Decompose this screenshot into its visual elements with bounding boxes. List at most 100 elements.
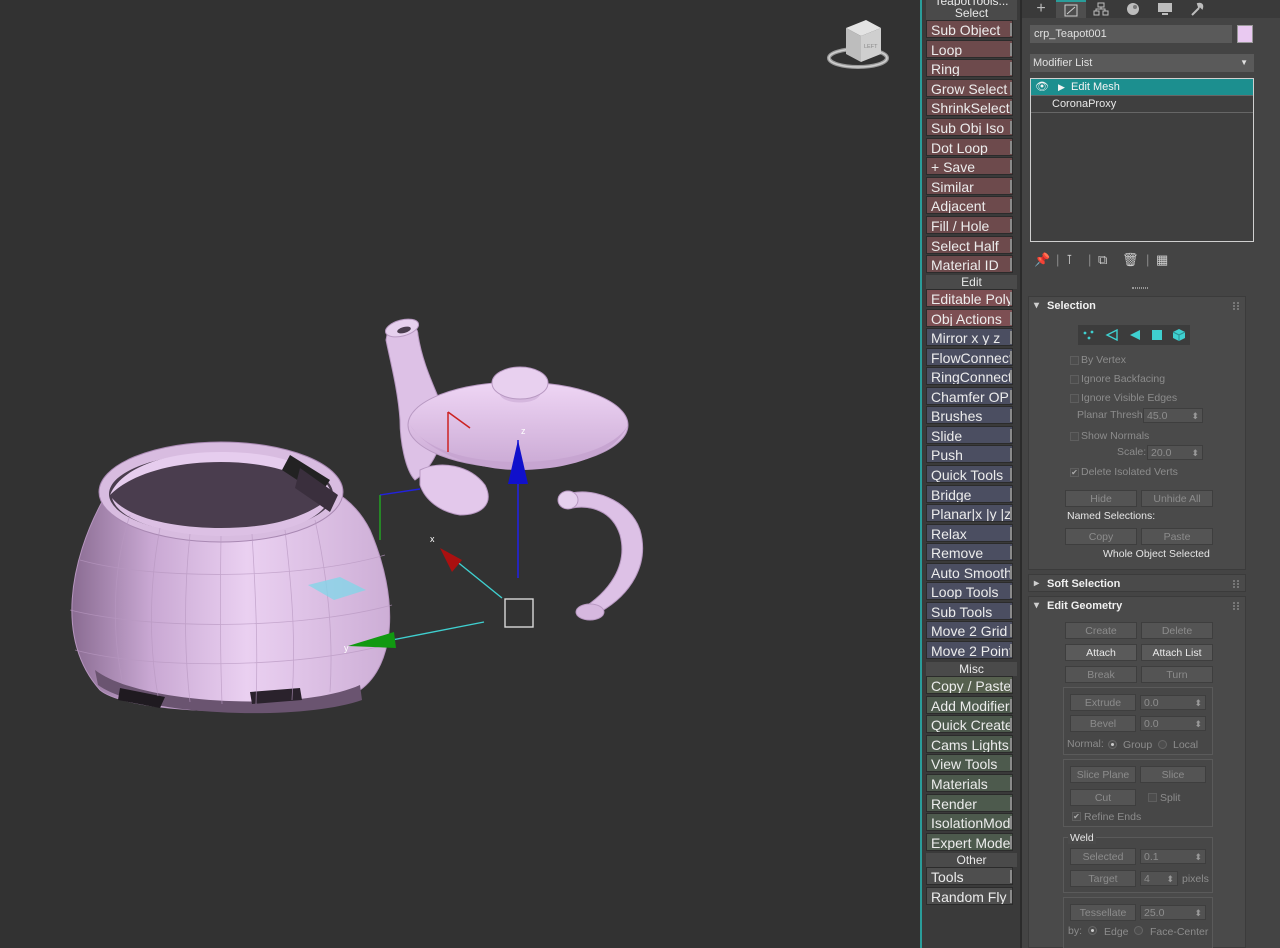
rollout-drag-handle[interactable] [1233,302,1239,310]
toolbar-button-mirror-x-y-z[interactable]: Mirror x y z [926,328,1013,346]
rollout-drag-handle[interactable] [1233,602,1239,610]
split-checkbox[interactable] [1148,793,1157,802]
normal-local-radio[interactable] [1158,740,1167,749]
soft-selection-rollout-title[interactable]: Soft Selection [1029,575,1245,593]
cut-button[interactable]: Cut [1070,789,1136,806]
remove-modifier-icon[interactable]: 🗑 [1122,252,1139,268]
toolbar-button-move-2-grid[interactable]: Move 2 Grid [926,621,1013,639]
weld-target-spinner[interactable]: 4 [1140,871,1178,887]
attach-button[interactable]: Attach [1065,644,1137,661]
toolbar-button-select-half[interactable]: Select Half [926,236,1013,254]
delete-button[interactable]: Delete [1141,622,1213,639]
viewcube[interactable]: LEFT [826,14,890,76]
vertex-icon[interactable] [1078,325,1100,345]
toolbar-button-move-2-point[interactable]: Move 2 Point [926,641,1013,659]
toolbar-button-fill-hole[interactable]: Fill / Hole [926,216,1013,234]
toolbar-button-sub-tools[interactable]: Sub Tools [926,602,1013,620]
stack-item-coronaproxy[interactable]: CoronaProxy [1031,96,1253,113]
toolbar-button-similar[interactable]: Similar [926,177,1013,195]
toolbar-button-bridge[interactable]: Bridge [926,485,1013,503]
copy-button[interactable]: Copy [1065,528,1137,545]
toolbar-button-tools[interactable]: Tools [926,867,1013,885]
bevel-button[interactable]: Bevel [1070,715,1136,732]
planar-thresh-spinner[interactable]: 45.0 [1143,408,1203,424]
toolbar-button-cams-lights[interactable]: Cams Lights [926,735,1013,753]
pin-stack-icon[interactable]: 📌 [1034,252,1050,268]
toolbar-button-expert-mode[interactable]: Expert Mode [926,833,1013,851]
scale-spinner[interactable]: 20.0 [1147,445,1203,461]
teapot-body-mesh[interactable] [69,441,393,714]
turn-button[interactable]: Turn [1141,666,1213,683]
toolbar-button-sub-object[interactable]: Sub Object [926,20,1013,38]
slice-button[interactable]: Slice [1140,766,1206,783]
rollout-drag-handle[interactable] [1233,580,1239,588]
paste-button[interactable]: Paste [1141,528,1213,545]
create-button[interactable]: Create [1065,622,1137,639]
toolbar-button-loop-tools[interactable]: Loop Tools [926,582,1013,600]
stack-item-edit-mesh[interactable]: 👁 ▶ Edit Mesh [1031,79,1253,96]
toolbar-button-sub-obj-iso[interactable]: Sub Obj Iso [926,118,1013,136]
edit-geometry-rollout-title[interactable]: Edit Geometry [1029,597,1245,615]
attach-list-button[interactable]: Attach List [1141,644,1213,661]
modifier-list-dropdown[interactable]: Modifier List ▼ [1030,54,1254,72]
utilities-icon[interactable] [1182,0,1212,18]
eye-icon[interactable]: 👁 [1035,79,1049,96]
panel-resize-grip[interactable] [1132,287,1148,289]
weld-selected-spinner[interactable]: 0.1 [1140,849,1206,865]
toolbar-button-isolationmod[interactable]: IsolationMod [926,813,1013,831]
toolbar-button-copy-paste[interactable]: Copy / Paste [926,676,1013,694]
toolbar-button-ringconnect[interactable]: RingConnect [926,367,1013,385]
toolbar-button-add-modifier[interactable]: Add Modifier [926,696,1013,714]
toolbar-button-auto-smooth[interactable]: Auto Smooth [926,563,1013,581]
toolbar-button-remove[interactable]: Remove [926,543,1013,561]
polygon-icon[interactable] [1146,325,1168,345]
toolbar-button-planar-x-y-z[interactable]: Planar|x |y |z [926,504,1013,522]
toolbar-button-save[interactable]: + Save [926,157,1013,175]
normal-group-radio[interactable] [1108,740,1117,749]
show-end-result-icon[interactable]: ⊺ [1066,252,1073,268]
toolbar-button-shrinkselect[interactable]: ShrinkSelect [926,98,1013,116]
toolbar-button-slide[interactable]: Slide [926,426,1013,444]
teapot-handle-mesh[interactable] [557,490,644,621]
refine-ends-checkbox[interactable]: ✔ [1072,812,1081,821]
tessellate-face-center-radio[interactable] [1134,926,1143,935]
toolbar-button-material-id[interactable]: Material ID [926,255,1013,273]
ignore-visible-edges-checkbox[interactable] [1070,394,1079,403]
toolbar-button-quick-tools[interactable]: Quick Tools [926,465,1013,483]
tessellate-button[interactable]: Tessellate [1070,904,1136,921]
configure-sets-icon[interactable]: ▦ [1156,252,1168,268]
toolbar-button-ring[interactable]: Ring [926,59,1013,77]
toolbar-button-loop[interactable]: Loop [926,40,1013,58]
expand-arrow-icon[interactable]: ▶ [1058,79,1065,96]
edge-icon[interactable] [1101,325,1123,345]
extrude-spinner[interactable]: 0.0 [1140,695,1206,711]
toolbar-button-dot-loop[interactable]: Dot Loop [926,138,1013,156]
toolbar-button-chamfer-op[interactable]: Chamfer OP [926,387,1013,405]
toolbar-button-adjacent[interactable]: Adjacent [926,196,1013,214]
toolbar-button-quick-create[interactable]: Quick Create [926,715,1013,733]
scene-view[interactable]: z x y [0,0,920,948]
tessellate-spinner[interactable]: 25.0 [1140,905,1206,921]
bevel-spinner[interactable]: 0.0 [1140,716,1206,732]
tessellate-edge-radio[interactable] [1088,926,1097,935]
selection-rollout-title[interactable]: Selection [1029,297,1245,315]
gizmo-center-box[interactable] [504,598,534,628]
toolbar-button-grow-select[interactable]: Grow Select [926,79,1013,97]
toolbar-button-relax[interactable]: Relax [926,524,1013,542]
delete-isolated-checkbox[interactable]: ✔ [1070,468,1079,477]
hide-button[interactable]: Hide [1065,490,1137,507]
modifier-stack[interactable]: 👁 ▶ Edit Mesh CoronaProxy [1030,78,1254,242]
modify-icon[interactable] [1056,0,1086,18]
show-normals-checkbox[interactable] [1070,432,1079,441]
object-name-field[interactable]: crp_Teapot001 [1030,25,1232,43]
weld-target-button[interactable]: Target [1070,870,1136,887]
ignore-backfacing-checkbox[interactable] [1070,375,1079,384]
toolbar-button-render[interactable]: Render [926,794,1013,812]
object-color-swatch[interactable] [1237,25,1253,43]
unhide-all-button[interactable]: Unhide All [1141,490,1213,507]
toolbar-button-materials[interactable]: Materials [926,774,1013,792]
by-vertex-checkbox[interactable] [1070,356,1079,365]
motion-icon[interactable] [1118,0,1148,18]
element-icon[interactable] [1168,325,1190,345]
make-unique-icon[interactable]: ⧉ [1098,252,1107,268]
